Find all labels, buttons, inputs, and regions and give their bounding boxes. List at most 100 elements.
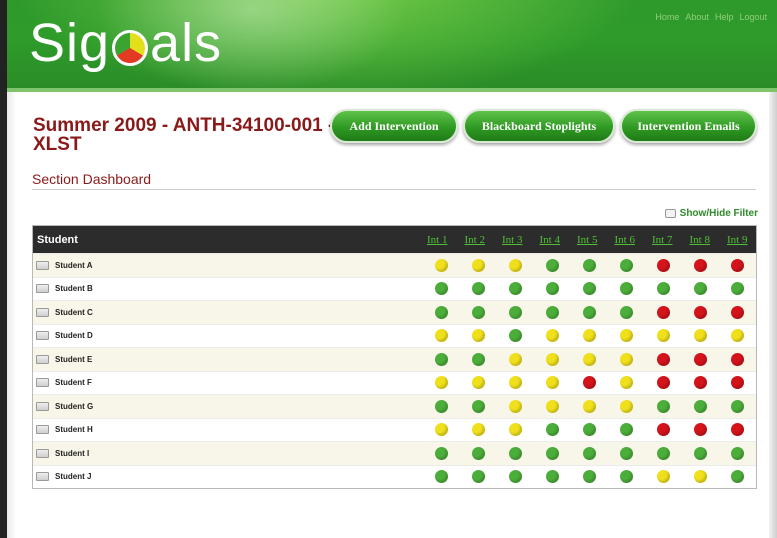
student-record-icon[interactable] xyxy=(36,472,49,482)
table-row[interactable]: Student G xyxy=(33,394,756,418)
signal-green-icon xyxy=(545,258,559,272)
table-row[interactable]: Student C xyxy=(33,300,756,324)
intervention-emails-button[interactable]: Intervention Emails xyxy=(620,109,757,143)
student-name[interactable]: Student E xyxy=(55,355,92,364)
signal-cell xyxy=(497,282,534,296)
signal-cell xyxy=(719,282,756,296)
table-row[interactable]: Student J xyxy=(33,464,756,488)
show-hide-filter-toggle[interactable]: Show/Hide Filter xyxy=(664,208,758,219)
student-cell[interactable]: Student J xyxy=(33,472,423,482)
signal-cell xyxy=(719,470,756,484)
student-name[interactable]: Student D xyxy=(55,331,93,340)
signal-yellow-icon xyxy=(434,376,448,390)
student-record-icon[interactable] xyxy=(36,331,49,341)
student-name[interactable]: Student B xyxy=(55,284,93,293)
student-name[interactable]: Student C xyxy=(55,308,93,317)
student-cell[interactable]: Student F xyxy=(33,378,423,388)
table-row[interactable]: Student H xyxy=(33,417,756,441)
signal-cell xyxy=(682,423,719,437)
blackboard-stoplights-button[interactable]: Blackboard Stoplights xyxy=(463,109,615,143)
table-row[interactable]: Student I xyxy=(33,441,756,465)
signal-green-icon xyxy=(471,352,485,366)
student-name[interactable]: Student H xyxy=(55,425,93,434)
intervention-header-9[interactable]: Int 9 xyxy=(719,234,757,246)
table-row[interactable]: Student D xyxy=(33,323,756,347)
signal-cell xyxy=(571,423,608,437)
signal-yellow-icon xyxy=(582,352,596,366)
signal-cell xyxy=(571,305,608,319)
student-name[interactable]: Student F xyxy=(55,378,92,387)
signal-green-icon xyxy=(434,352,448,366)
student-column-header: Student xyxy=(37,233,78,246)
signal-cell xyxy=(608,258,645,272)
student-record-icon[interactable] xyxy=(36,425,49,435)
signal-green-icon xyxy=(545,423,559,437)
intervention-header-6[interactable]: Int 6 xyxy=(606,234,644,246)
nav-help-link[interactable]: Help xyxy=(715,12,734,22)
student-cell[interactable]: Student D xyxy=(33,331,423,341)
student-cell[interactable]: Student H xyxy=(33,425,423,435)
student-cell[interactable]: Student I xyxy=(33,448,423,458)
table-row[interactable]: Student B xyxy=(33,276,756,300)
signal-cell xyxy=(571,329,608,343)
intervention-header-8[interactable]: Int 8 xyxy=(681,234,719,246)
signal-cell xyxy=(645,305,682,319)
signal-yellow-icon xyxy=(508,376,522,390)
student-record-icon[interactable] xyxy=(36,354,49,364)
nav-home-link[interactable]: Home xyxy=(655,12,679,22)
course-title: Summer 2009 - ANTH-34100-001 - XLST xyxy=(33,115,335,155)
nav-about-link[interactable]: About xyxy=(685,12,709,22)
table-row[interactable]: Student E xyxy=(33,347,756,371)
intervention-header-2[interactable]: Int 2 xyxy=(456,234,494,246)
signal-red-icon xyxy=(656,258,670,272)
signal-cell xyxy=(460,399,497,413)
intervention-headers: Int 1 Int 2 Int 3 Int 4 Int 5 Int 6 Int 7 Int 8… xyxy=(419,234,757,246)
signals-logo[interactable]: Sig als xyxy=(29,8,222,78)
signal-green-icon xyxy=(471,305,485,319)
student-cell[interactable]: Student A xyxy=(33,260,423,270)
student-record-icon[interactable] xyxy=(36,307,49,317)
signal-cell xyxy=(423,282,460,296)
signal-cell xyxy=(534,423,571,437)
student-record-icon[interactable] xyxy=(36,401,49,411)
intervention-header-3[interactable]: Int 3 xyxy=(494,234,532,246)
student-name[interactable]: Student J xyxy=(55,472,91,481)
table-row[interactable]: Student F xyxy=(33,370,756,394)
signal-green-icon xyxy=(434,282,448,296)
signal-cell xyxy=(645,282,682,296)
intervention-header-4[interactable]: Int 4 xyxy=(531,234,569,246)
student-cell[interactable]: Student E xyxy=(33,354,423,364)
student-record-icon[interactable] xyxy=(36,378,49,388)
signal-cell xyxy=(645,376,682,390)
student-name[interactable]: Student G xyxy=(55,402,93,411)
student-record-icon[interactable] xyxy=(36,260,49,270)
table-row[interactable]: Student A xyxy=(33,253,756,277)
add-intervention-button[interactable]: Add Intervention xyxy=(330,109,458,143)
signal-cell xyxy=(682,305,719,319)
signal-red-icon xyxy=(694,258,707,272)
nav-logout-link[interactable]: Logout xyxy=(739,12,767,22)
student-cell[interactable]: Student C xyxy=(33,307,423,317)
student-record-icon[interactable] xyxy=(36,284,49,294)
signal-green-icon xyxy=(471,399,485,413)
signal-green-icon xyxy=(656,282,670,296)
student-name[interactable]: Student A xyxy=(55,261,92,270)
signal-green-icon xyxy=(619,258,633,272)
signal-red-icon xyxy=(731,305,745,319)
signal-cell xyxy=(534,258,571,272)
signal-cell xyxy=(719,305,756,319)
student-cell[interactable]: Student G xyxy=(33,401,423,411)
student-cell[interactable]: Student B xyxy=(33,284,423,294)
signal-cell xyxy=(497,376,534,390)
intervention-header-5[interactable]: Int 5 xyxy=(569,234,607,246)
intervention-header-1[interactable]: Int 1 xyxy=(419,234,457,246)
signal-cell xyxy=(571,446,608,460)
signal-green-icon xyxy=(619,446,633,460)
intervention-header-7[interactable]: Int 7 xyxy=(644,234,682,246)
signal-cell xyxy=(682,376,719,390)
signal-cell xyxy=(534,399,571,413)
student-name[interactable]: Student I xyxy=(55,449,89,458)
signal-green-icon xyxy=(656,399,670,413)
student-record-icon[interactable] xyxy=(36,448,49,458)
signal-green-icon xyxy=(582,470,596,484)
